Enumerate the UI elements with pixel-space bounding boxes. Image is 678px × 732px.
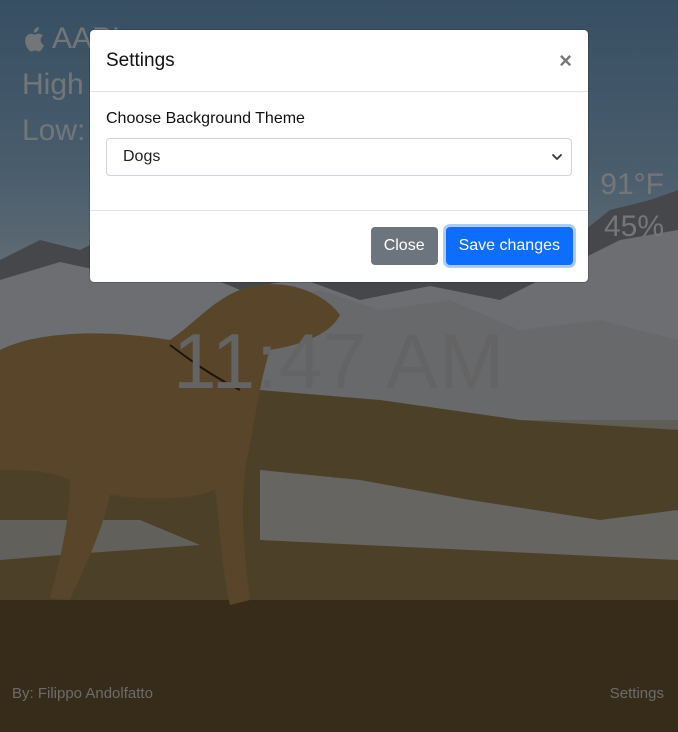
theme-select-value: Dogs	[123, 148, 161, 165]
modal-body: Choose Background Theme Dogs	[90, 92, 588, 211]
theme-select[interactable]: Dogs	[106, 138, 572, 176]
theme-label: Choose Background Theme	[106, 110, 305, 127]
modal-title: Settings	[106, 49, 175, 71]
close-icon[interactable]: ×	[559, 49, 572, 72]
close-button[interactable]: Close	[370, 227, 438, 265]
settings-modal: Settings × Choose Background Theme Dogs …	[90, 30, 588, 282]
chevron-down-icon	[552, 154, 562, 160]
save-changes-button[interactable]: Save changes	[445, 227, 573, 265]
modal-header: Settings ×	[90, 30, 588, 92]
modal-footer: Close Save changes	[90, 211, 588, 265]
